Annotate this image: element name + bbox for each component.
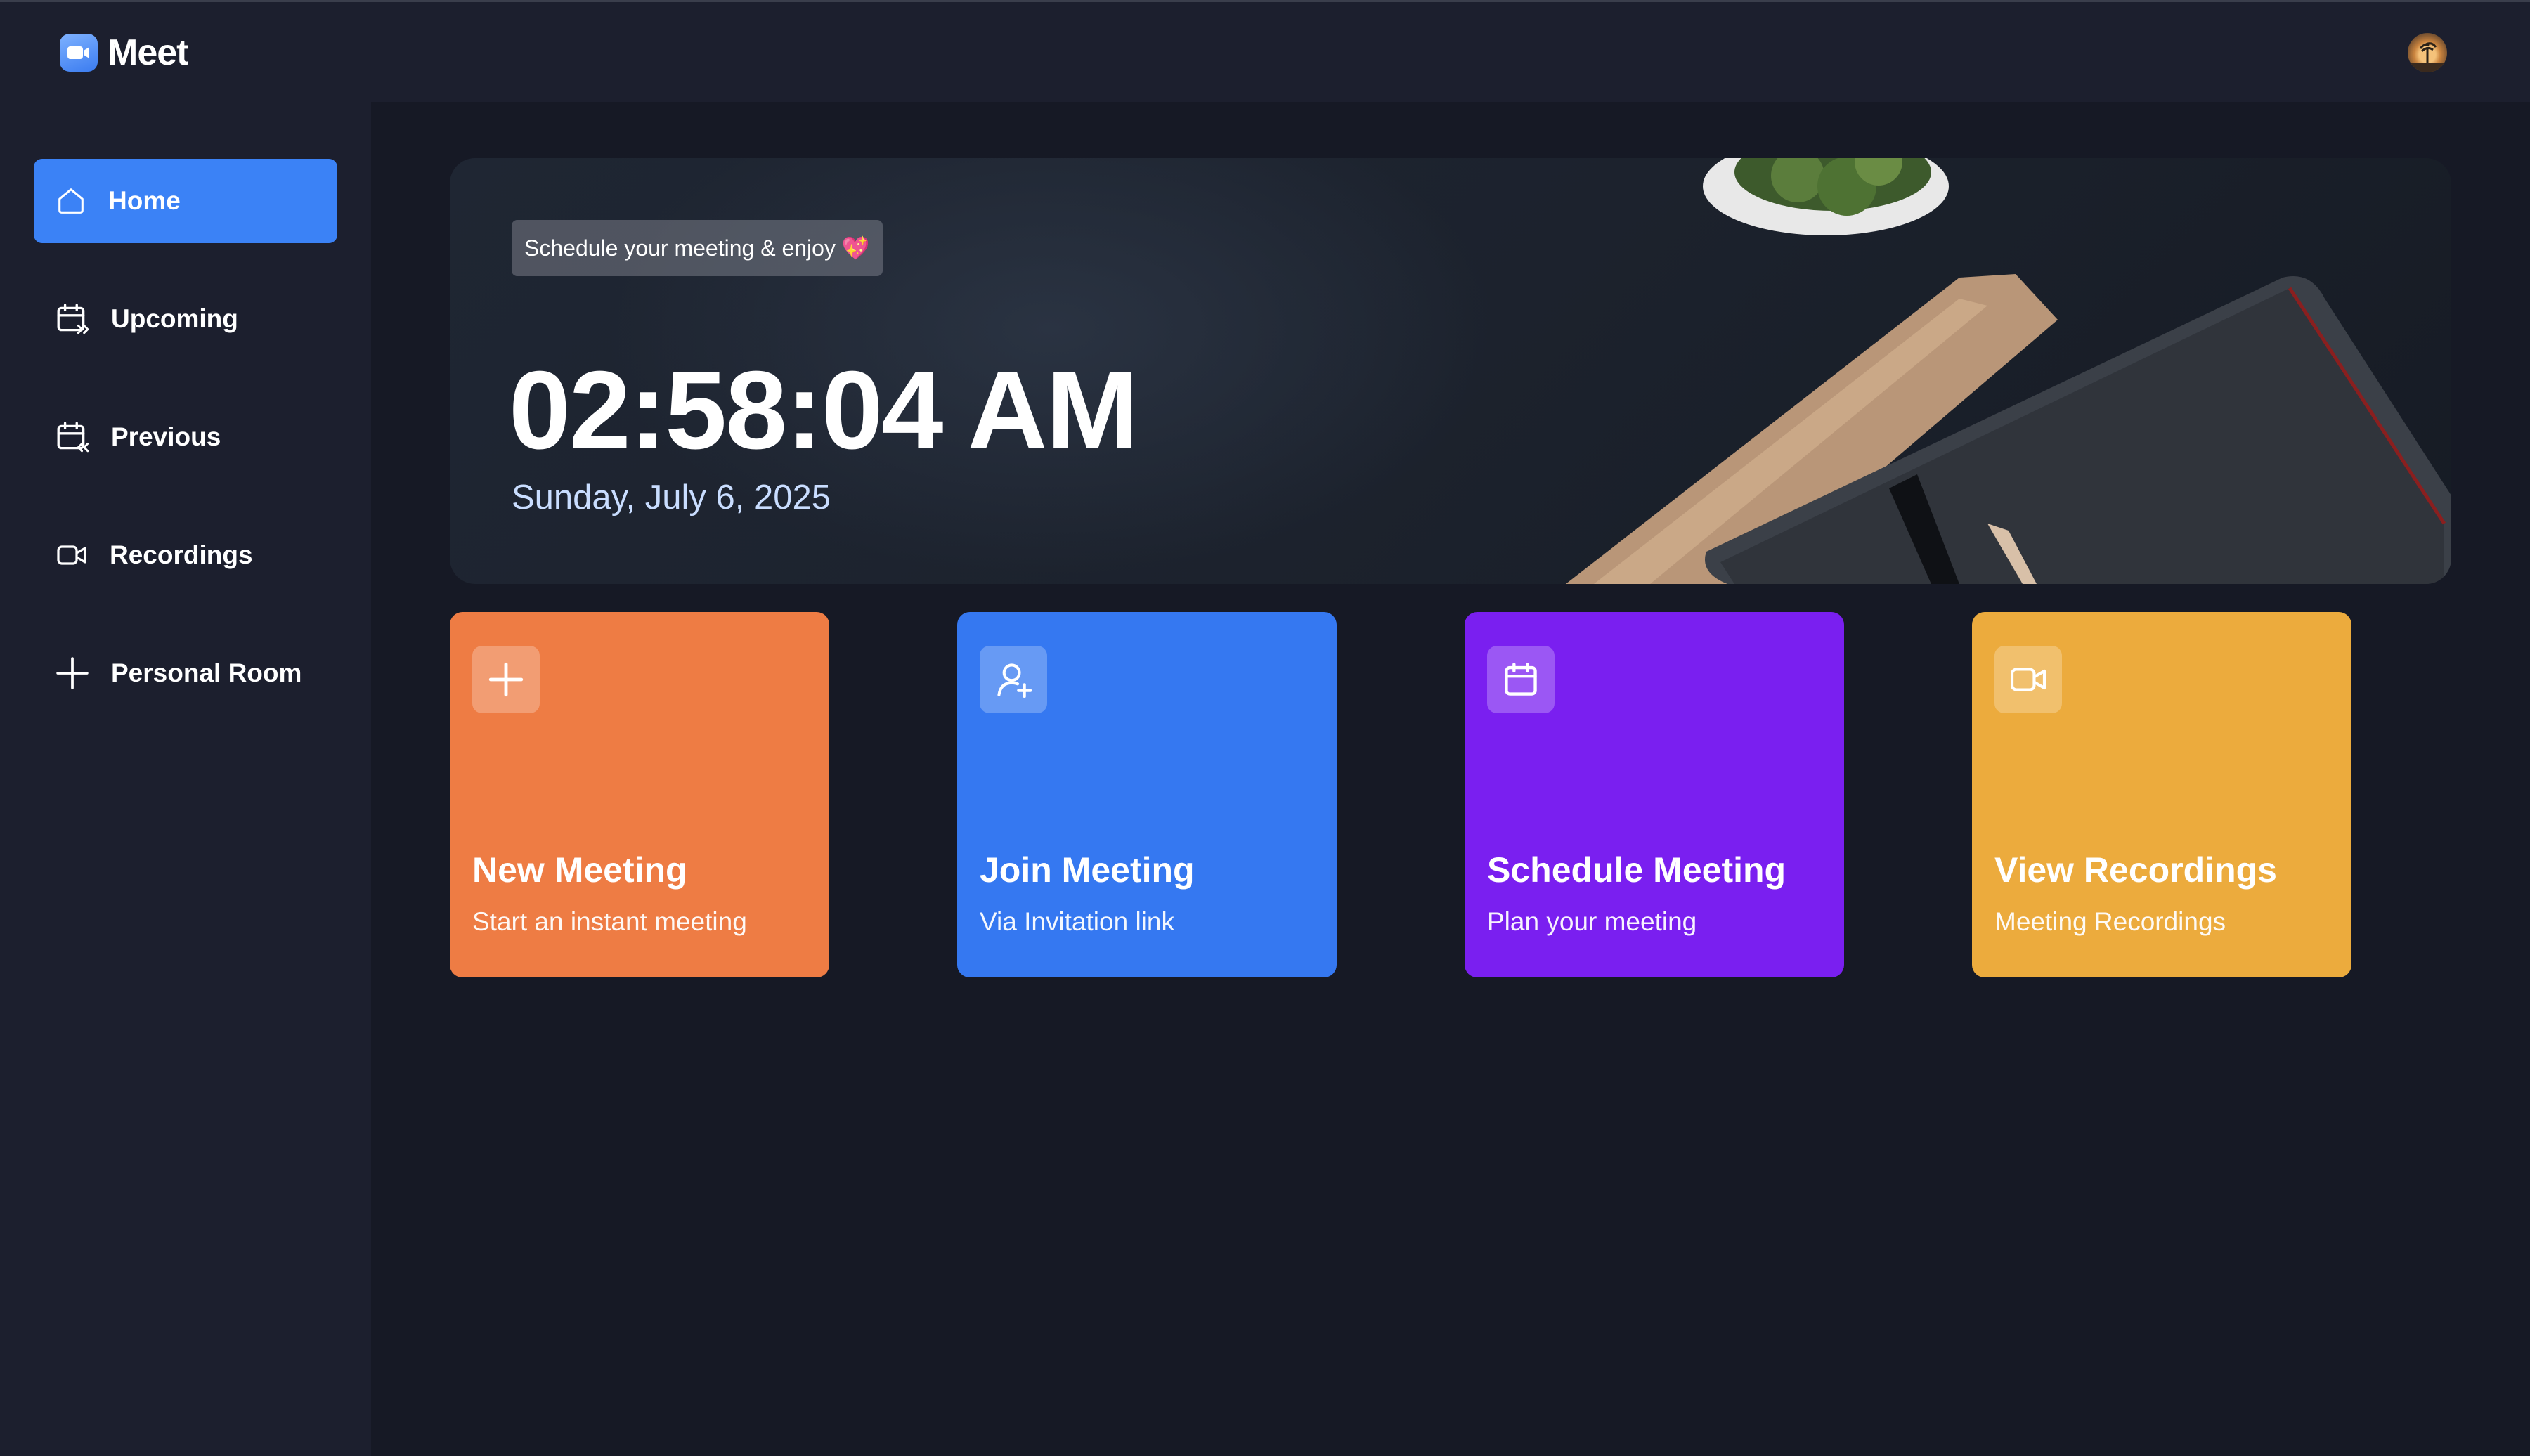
sidebar-item-personal-room[interactable]: Personal Room [34,631,337,715]
hero-badge: Schedule your meeting & enjoy 💖 [512,220,883,276]
add-user-icon [980,646,1047,713]
sidebar-item-label: Previous [111,422,221,451]
top-navbar: Meet [0,0,2530,102]
view-recordings-card[interactable]: View Recordings Meeting Recordings [1972,612,2351,977]
sidebar-item-label: Recordings [110,540,253,569]
sidebar-item-label: Personal Room [111,658,302,687]
current-date: Sunday, July 6, 2025 [512,479,831,516]
app-name: Meet [108,32,188,73]
sidebar-item-home[interactable]: Home [34,159,337,243]
app-logo[interactable]: Meet [60,32,188,74]
join-meeting-card[interactable]: Join Meeting Via Invitation link [957,612,1337,977]
calendar-forward-icon [57,304,89,334]
home-icon [58,188,84,214]
sidebar-item-previous[interactable]: Previous [34,395,337,479]
calendar-icon [1487,646,1555,713]
desk-decor-illustration [1566,158,2451,584]
plus-icon [56,657,89,689]
sidebar: Home Upcoming Previous Recordings Person… [0,102,371,1456]
card-subtitle: Meeting Recordings [1994,907,2226,936]
new-meeting-card[interactable]: New Meeting Start an instant meeting [450,612,829,977]
card-title: New Meeting [472,850,687,890]
video-camera-logo-icon [60,34,98,72]
card-subtitle: Plan your meeting [1487,907,1697,936]
sidebar-item-label: Upcoming [111,304,238,333]
sidebar-item-recordings[interactable]: Recordings [34,513,337,597]
user-avatar[interactable] [2408,33,2447,72]
card-subtitle: Via Invitation link [980,907,1174,936]
current-time: 02:58:04 AM [509,349,1138,472]
main-content: Schedule your meeting & enjoy 💖 02:58:04… [371,102,2530,1456]
card-subtitle: Start an instant meeting [472,907,747,936]
schedule-meeting-card[interactable]: Schedule Meeting Plan your meeting [1465,612,1844,977]
calendar-back-icon [57,422,89,453]
card-title: View Recordings [1994,850,2277,890]
card-title: Schedule Meeting [1487,850,1786,890]
card-title: Join Meeting [980,850,1195,890]
video-icon [57,545,86,565]
sidebar-item-label: Home [108,186,181,215]
sidebar-item-upcoming[interactable]: Upcoming [34,277,337,361]
plus-icon [472,646,540,713]
hero-banner: Schedule your meeting & enjoy 💖 02:58:04… [450,158,2451,584]
video-icon [1994,646,2062,713]
